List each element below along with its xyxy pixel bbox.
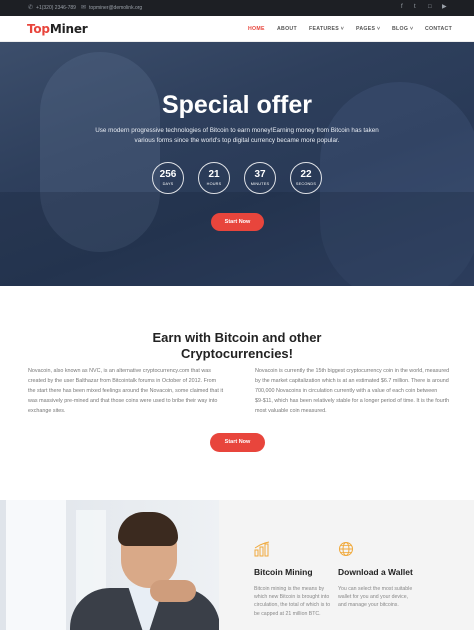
nav-home[interactable]: HOME bbox=[248, 26, 265, 32]
countdown-label: DAYS bbox=[162, 182, 174, 186]
window-light bbox=[6, 500, 66, 630]
logo[interactable]: TopMiner bbox=[27, 22, 88, 36]
logo-top: Top bbox=[27, 22, 50, 36]
hero-start-now-button[interactable]: Start Now bbox=[211, 213, 264, 231]
nav-pages-label: PAGES bbox=[356, 26, 376, 32]
hero-title: Special offer bbox=[161, 91, 313, 119]
nav-contact[interactable]: CONTACT bbox=[425, 26, 452, 32]
countdown-label: HOURS bbox=[206, 182, 222, 186]
nav-blog-label: BLOG bbox=[392, 26, 409, 32]
earn-start-now-button[interactable]: Start Now bbox=[210, 433, 265, 452]
earn-column-left: Novacoin, also known as NVC, is an alter… bbox=[28, 368, 224, 414]
nav-features-label: FEATURES bbox=[309, 26, 339, 32]
feature-title-bitcoin-mining: Bitcoin Mining bbox=[254, 567, 313, 577]
countdown-days: 256 DAYS bbox=[152, 162, 184, 194]
countdown-value: 37 bbox=[254, 169, 266, 180]
phone-contact[interactable]: ✆ +1(320) 2346-789 bbox=[28, 5, 76, 11]
nav-about[interactable]: ABOUT bbox=[277, 26, 297, 32]
countdown-label: SECONDS bbox=[295, 182, 317, 186]
email-contact[interactable]: ✉ topminer@demolink.org bbox=[81, 5, 142, 11]
feature-title-download-wallet: Download a Wallet bbox=[338, 567, 413, 577]
hero-section bbox=[0, 42, 474, 286]
chevron-down-icon: ˅ bbox=[377, 26, 381, 32]
man-hair bbox=[118, 512, 178, 546]
facebook-icon[interactable]: f bbox=[401, 4, 403, 11]
countdown-hours: 21 HOURS bbox=[198, 162, 230, 194]
chevron-down-icon: ˅ bbox=[409, 26, 414, 32]
nav-features[interactable]: FEATURES ˅ bbox=[309, 26, 344, 32]
twitter-icon[interactable]: t bbox=[414, 4, 416, 11]
globe-icon bbox=[339, 542, 353, 556]
logo-miner: Miner bbox=[49, 22, 88, 36]
site-header: TopMiner HOME ABOUT FEATURES ˅ PAGES ˅ B… bbox=[0, 16, 474, 42]
nav-blog[interactable]: BLOG ˅ bbox=[392, 26, 413, 32]
mail-icon: ✉ bbox=[81, 5, 87, 11]
hero-background-table bbox=[0, 192, 474, 286]
feature-text-download-wallet: You can select the most suitable wallet … bbox=[338, 586, 413, 609]
chart-icon bbox=[254, 541, 270, 557]
email-address: topminer@demolink.org bbox=[89, 5, 143, 11]
earn-column-right: Novacoin is currently the 15th biggest c… bbox=[255, 368, 450, 414]
chevron-down-icon: ˅ bbox=[340, 26, 345, 32]
countdown-seconds: 22 SECONDS bbox=[290, 162, 322, 194]
phone-icon: ✆ bbox=[28, 5, 34, 11]
countdown-value: 256 bbox=[159, 169, 177, 180]
top-bar: ✆ +1(320) 2346-789 ✉ topminer@demolink.o… bbox=[0, 0, 474, 16]
hero-subtitle: Use modern progressive technologies of B… bbox=[95, 127, 379, 144]
countdown-value: 22 bbox=[300, 169, 312, 180]
instagram-icon[interactable]: □ bbox=[428, 4, 432, 11]
features-section bbox=[0, 500, 474, 630]
feature-text-bitcoin-mining: Bitcoin mining is the means by which new… bbox=[254, 586, 331, 617]
countdown-minutes: 37 MINUTES bbox=[244, 162, 276, 194]
earn-title-line2: Cryptocurrencies! bbox=[181, 346, 293, 361]
nav-pages[interactable]: PAGES ˅ bbox=[356, 26, 380, 32]
earn-section-title: Earn with Bitcoin and other Cryptocurren… bbox=[0, 330, 474, 362]
countdown-value: 21 bbox=[208, 169, 220, 180]
man-hand bbox=[150, 580, 196, 602]
businessman-photo bbox=[0, 500, 219, 630]
phone-number: +1(320) 2346-789 bbox=[36, 5, 76, 11]
earn-title-line1: Earn with Bitcoin and other bbox=[152, 330, 322, 345]
countdown-label: MINUTES bbox=[250, 182, 270, 186]
youtube-icon[interactable]: ▶ bbox=[442, 4, 447, 11]
